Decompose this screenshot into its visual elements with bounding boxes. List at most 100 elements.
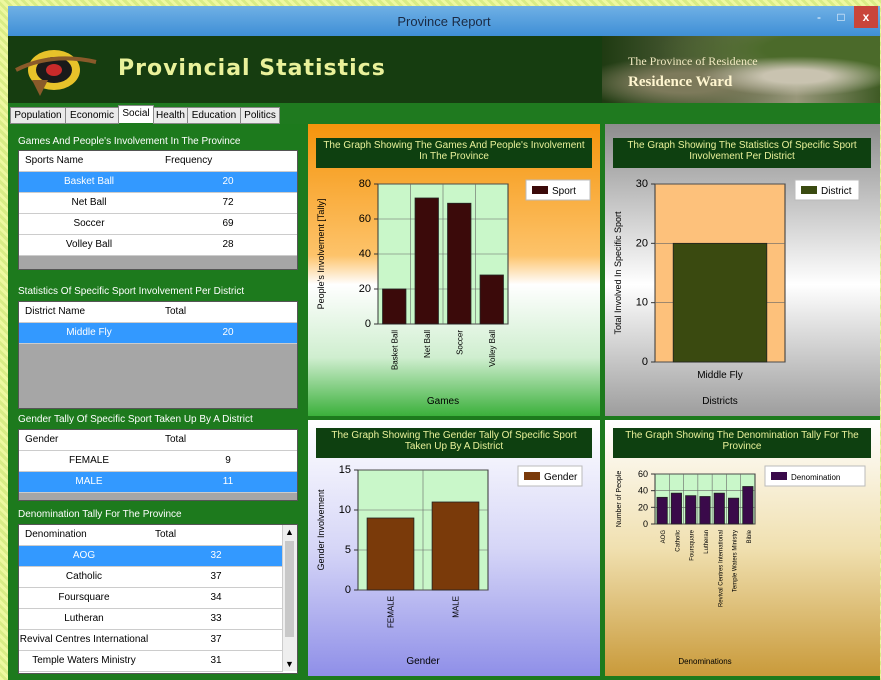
- tab-population[interactable]: Population: [10, 107, 66, 124]
- sports-table-title: Games And People's Involvement In The Pr…: [18, 136, 241, 147]
- x-axis-label: Denominations: [678, 657, 731, 666]
- column-header[interactable]: Frequency: [159, 151, 297, 171]
- legend-swatch: [771, 472, 787, 480]
- table-cell: 37: [210, 571, 222, 582]
- gender-table[interactable]: Gender Total FEMALE 9 MALE 11: [18, 429, 298, 501]
- legend-label: Gender: [544, 472, 578, 483]
- table-cell: 31: [210, 655, 222, 666]
- y-tick-label: 10: [339, 504, 351, 516]
- table-row[interactable]: Soccer 69: [19, 214, 297, 235]
- chart-panel-district: The Graph Showing The Statistics Of Spec…: [605, 124, 880, 416]
- banner-subtitle-2: Residence Ward: [628, 74, 733, 90]
- table-row[interactable]: AOG 32: [19, 546, 283, 567]
- tab-health[interactable]: Health: [153, 107, 188, 124]
- table-header: Gender Total: [19, 430, 297, 451]
- table-row[interactable]: Lutheran 33: [19, 609, 283, 630]
- y-tick-label: 60: [638, 469, 648, 479]
- x-tick-label: MALE: [452, 596, 461, 618]
- table-row[interactable]: Foursquare 34: [19, 588, 283, 609]
- denomination-table[interactable]: Denomination Total AOG 32 Catholic 37 Fo…: [18, 524, 298, 674]
- y-tick-label: 60: [359, 213, 371, 225]
- table-cell: 9: [225, 455, 231, 466]
- bar: [479, 274, 504, 325]
- table-row[interactable]: Middle Fly 20: [19, 323, 297, 344]
- legend-label: Denomination: [791, 473, 840, 482]
- column-header[interactable]: Denomination: [19, 525, 149, 545]
- denomination-table-title: Denomination Tally For The Province: [18, 509, 182, 520]
- x-tick-label: Lutheran: [704, 530, 710, 554]
- y-tick-label: 30: [636, 178, 648, 190]
- logo-icon: [15, 50, 97, 96]
- column-header[interactable]: Total: [159, 302, 297, 322]
- y-tick-label: 0: [345, 584, 351, 596]
- x-tick-label: Volley Ball: [488, 330, 497, 367]
- table-cell: 37: [210, 634, 222, 645]
- gender-table-title: Gender Tally Of Specific Sport Taken Up …: [18, 414, 253, 425]
- column-header[interactable]: District Name: [19, 302, 159, 322]
- x-tick-label: Foursquare: [690, 529, 696, 560]
- vertical-scrollbar[interactable]: ▲ ▼: [282, 525, 297, 671]
- bar: [713, 492, 725, 525]
- table-cell: FEMALE: [68, 455, 109, 466]
- table-row[interactable]: Basket Ball 20: [19, 172, 297, 193]
- bar: [366, 517, 415, 591]
- gender-chart: 0 5 10 15 FEMALE MALE Gender Involvement Gender…: [316, 464, 583, 667]
- close-button[interactable]: x: [854, 6, 878, 28]
- bar: [670, 492, 682, 525]
- table-cell: 32: [210, 550, 222, 561]
- tab-politics[interactable]: Politics: [240, 107, 280, 124]
- x-tick-label: Soccer: [455, 330, 464, 355]
- table-cell: MALE: [75, 476, 103, 487]
- denomination-chart: 0 20 40 60 AOG Catholic Foursquare Lutheran Revi…: [616, 465, 866, 666]
- table-cell: 34: [210, 592, 222, 603]
- tab-economic[interactable]: Economic: [65, 107, 119, 124]
- table-cell: 69: [222, 218, 234, 229]
- y-tick-label: 80: [359, 178, 371, 190]
- x-tick-label: Revival Centres International: [718, 530, 724, 607]
- column-header[interactable]: Total: [159, 430, 297, 450]
- window-title: Province Report: [397, 14, 491, 29]
- bar: [728, 497, 740, 525]
- table-cell: 20: [222, 327, 234, 338]
- x-tick-label: Middle Fly: [697, 370, 743, 381]
- scroll-up-icon[interactable]: ▲: [285, 527, 294, 537]
- chart-title: The Graph Showing The Games And People's…: [316, 138, 592, 168]
- y-axis-label: Total Involved In Specific Sport: [613, 211, 623, 335]
- table-row[interactable]: Volley Ball 28: [19, 235, 297, 256]
- column-header[interactable]: Total: [149, 525, 283, 545]
- table-row[interactable]: MALE 11: [19, 472, 297, 493]
- table-row[interactable]: FEMALE 9: [19, 451, 297, 472]
- x-tick-label: FEMALE: [387, 596, 396, 628]
- y-tick-label: 20: [638, 502, 648, 512]
- tab-social[interactable]: Social: [118, 105, 154, 123]
- table-row[interactable]: Catholic 37: [19, 567, 283, 588]
- chart-title: The Graph Showing The Denomination Tally…: [613, 428, 871, 458]
- title-bar[interactable]: Province Report - □ x: [8, 6, 880, 36]
- minimize-button[interactable]: -: [808, 6, 830, 28]
- chart-panel-gender: The Graph Showing The Gender Tally Of Sp…: [308, 420, 600, 676]
- column-header[interactable]: Sports Name: [19, 151, 159, 171]
- app-window: Province Report - □ x Provincial Statist…: [8, 6, 880, 680]
- chart-title: The Graph Showing The Gender Tally Of Sp…: [316, 428, 592, 458]
- table-row[interactable]: Revival Centres International 37: [19, 630, 283, 651]
- table-row[interactable]: Temple Waters Ministry 31: [19, 651, 283, 672]
- app-title: Provincial Statistics: [118, 56, 386, 81]
- maximize-button[interactable]: □: [830, 6, 852, 28]
- scroll-thumb[interactable]: [285, 541, 294, 637]
- table-cell: 72: [222, 197, 234, 208]
- banner-subtitle-1: The Province of Residence: [628, 54, 758, 68]
- header-photo: [602, 36, 880, 103]
- column-header[interactable]: Gender: [19, 430, 159, 450]
- sports-table[interactable]: Sports Name Frequency Basket Ball 20 Net…: [18, 150, 298, 270]
- bar: [431, 501, 480, 591]
- tab-education[interactable]: Education: [187, 107, 241, 124]
- table-cell: 33: [210, 613, 222, 624]
- scroll-down-icon[interactable]: ▼: [285, 659, 294, 669]
- x-axis-label: Games: [427, 396, 459, 407]
- table-row[interactable]: Net Ball 72: [19, 193, 297, 214]
- x-axis-label: Gender: [406, 656, 440, 667]
- y-tick-label: 5: [345, 544, 351, 556]
- table-cell: 28: [222, 239, 234, 250]
- district-table[interactable]: District Name Total Middle Fly 20: [18, 301, 298, 409]
- chart-panel-denomination: The Graph Showing The Denomination Tally…: [605, 420, 880, 676]
